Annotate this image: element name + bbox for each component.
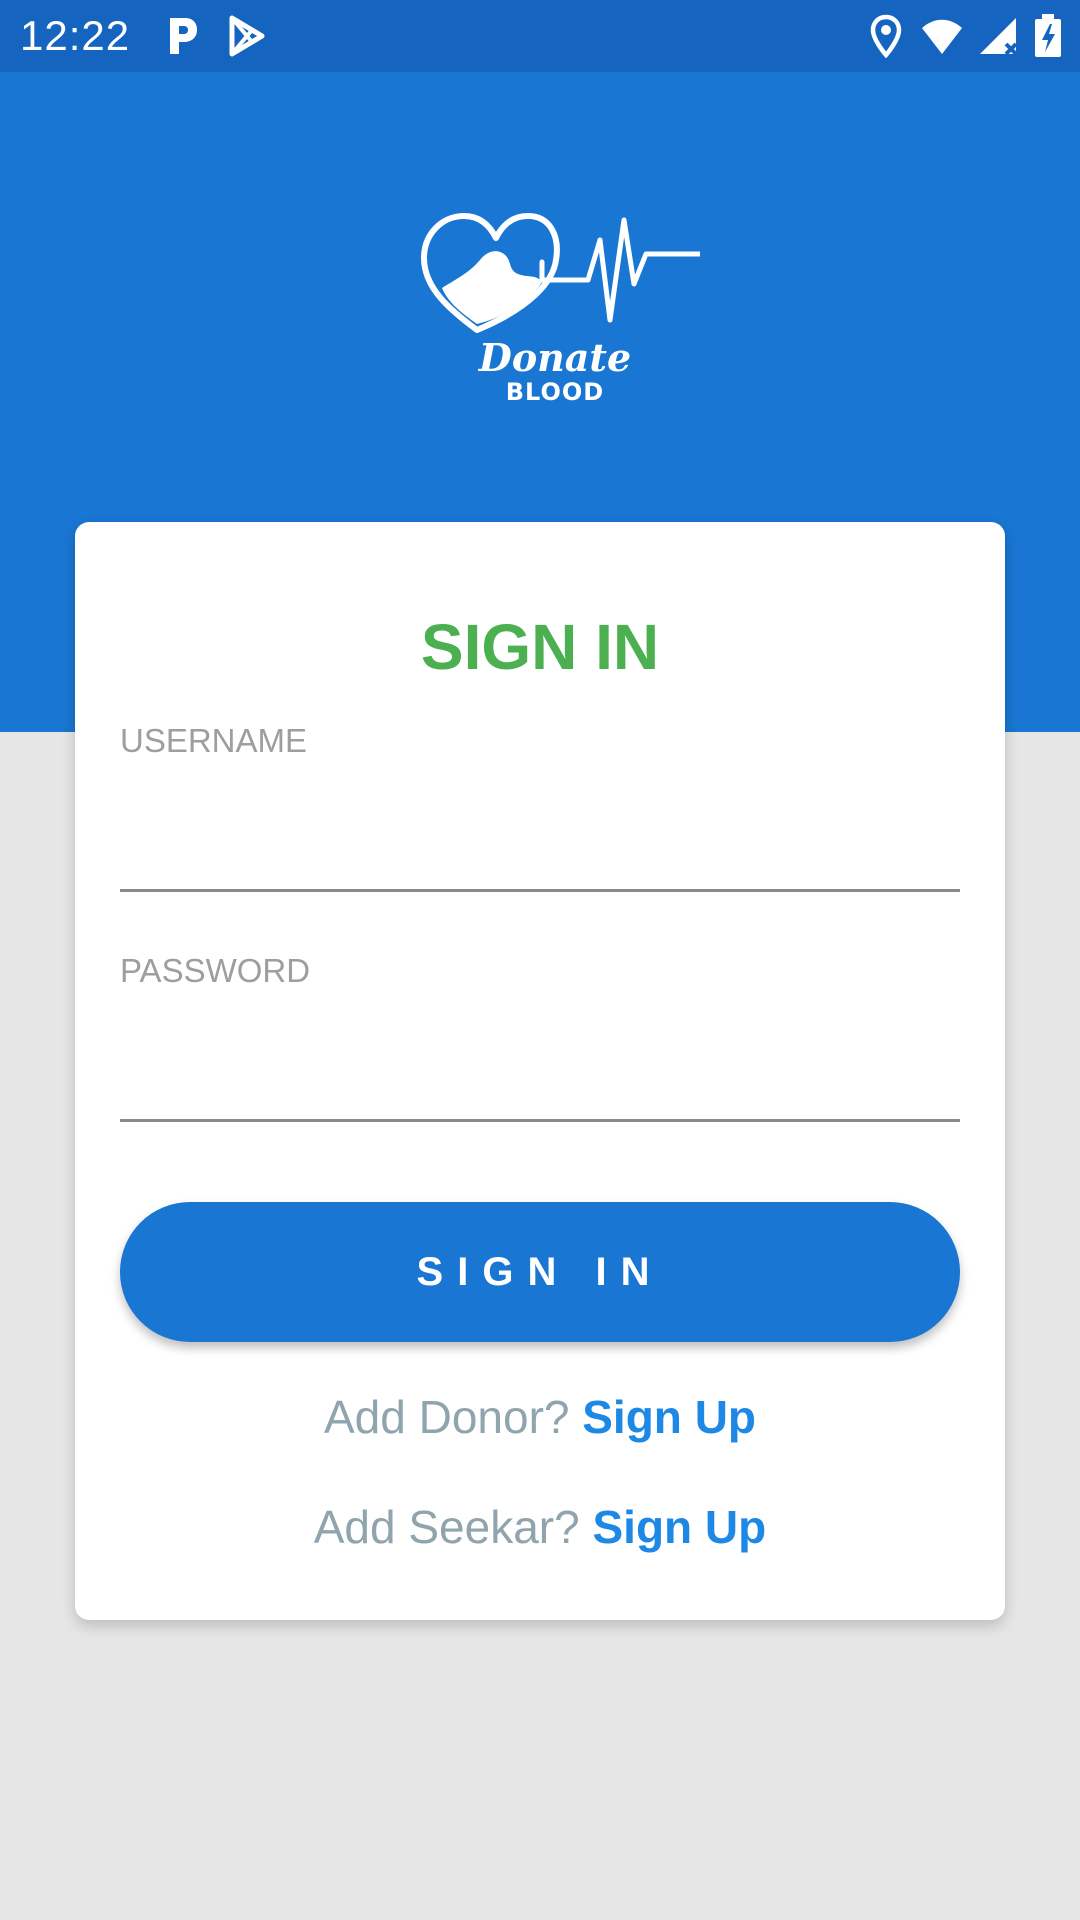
- battery-charging-icon: [1030, 14, 1066, 58]
- donor-sign-up-link[interactable]: Sign Up: [582, 1391, 756, 1443]
- donate-blood-logo: Donate BLOOD: [410, 200, 700, 420]
- sign-in-button[interactable]: SIGN IN: [120, 1202, 960, 1342]
- logo-text-donate: Donate: [478, 335, 632, 380]
- status-time: 12:22: [20, 12, 131, 59]
- seeker-sign-up-link[interactable]: Sign Up: [592, 1501, 766, 1553]
- password-label: PASSWORD: [120, 952, 311, 989]
- seeker-signup-row: Add Seekar? Sign Up: [75, 1500, 1005, 1554]
- cell-signal-icon: [976, 14, 1020, 58]
- sign-in-card: SIGN IN USERNAME PASSWORD SIGN IN Add Do…: [75, 522, 1005, 1620]
- password-field[interactable]: [120, 1042, 960, 1122]
- logo-text-blood: BLOOD: [505, 378, 605, 406]
- screen: 12:22 Donate BLOOD SIGN IN USERNAME PASS…: [0, 0, 1080, 1920]
- username-label: USERNAME: [120, 722, 308, 759]
- username-field[interactable]: [120, 812, 960, 892]
- status-bar: 12:22: [0, 0, 1080, 72]
- location-icon: [864, 14, 908, 58]
- parking-icon: [160, 14, 204, 58]
- play-store-icon: [224, 14, 268, 58]
- donor-signup-row: Add Donor? Sign Up: [75, 1390, 1005, 1444]
- wifi-icon: [920, 14, 964, 58]
- donor-prompt: Add Donor?: [323, 1391, 570, 1443]
- seeker-prompt: Add Seekar?: [313, 1501, 580, 1553]
- sign-in-title: SIGN IN: [420, 611, 660, 683]
